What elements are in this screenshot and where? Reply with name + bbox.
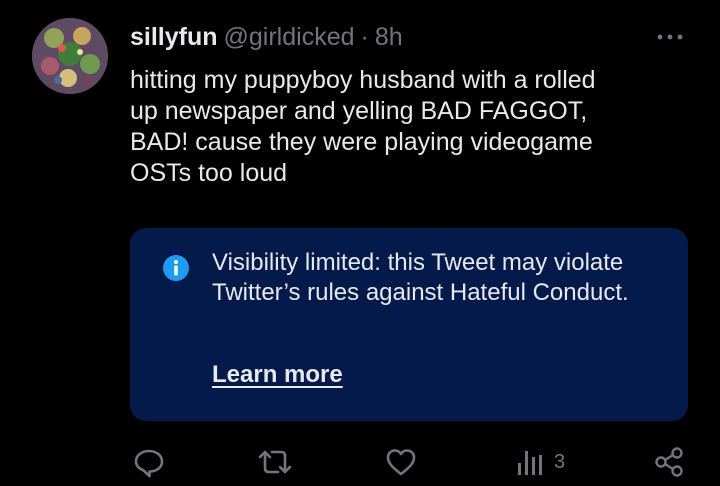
reply-button[interactable] [132, 444, 166, 480]
views-button[interactable]: 3 [514, 444, 565, 480]
like-icon [386, 449, 416, 476]
display-name[interactable]: sillyfun [130, 23, 218, 51]
timestamp[interactable]: 8h [375, 23, 403, 51]
separator-dot: · [360, 23, 369, 51]
like-button[interactable] [384, 444, 418, 480]
learn-more-link[interactable]: Learn more [212, 360, 343, 390]
share-icon [655, 447, 683, 477]
retweet-button[interactable] [256, 444, 294, 480]
views-count: 3 [554, 450, 566, 473]
views-icon [518, 451, 542, 475]
tweet-header: sillyfun @girldicked · 8h [130, 22, 403, 52]
retweet-icon [258, 450, 292, 474]
info-icon [163, 255, 189, 281]
tweet: sillyfun @girldicked · 8h hitting my puppyb… [0, 0, 720, 486]
reply-icon [134, 449, 164, 478]
more-icon [657, 34, 683, 40]
more-options-button[interactable] [650, 24, 690, 50]
notice-text: Visibility limited: this Tweet may viola… [212, 249, 629, 306]
avatar-image [32, 18, 108, 94]
visibility-notice: Visibility limited: this Tweet may viola… [130, 228, 688, 421]
share-button[interactable] [652, 444, 686, 480]
avatar[interactable] [32, 18, 108, 94]
tweet-text: hitting my puppyboy husband with a rolle… [130, 66, 596, 187]
username-handle[interactable]: @girldicked [224, 23, 355, 51]
